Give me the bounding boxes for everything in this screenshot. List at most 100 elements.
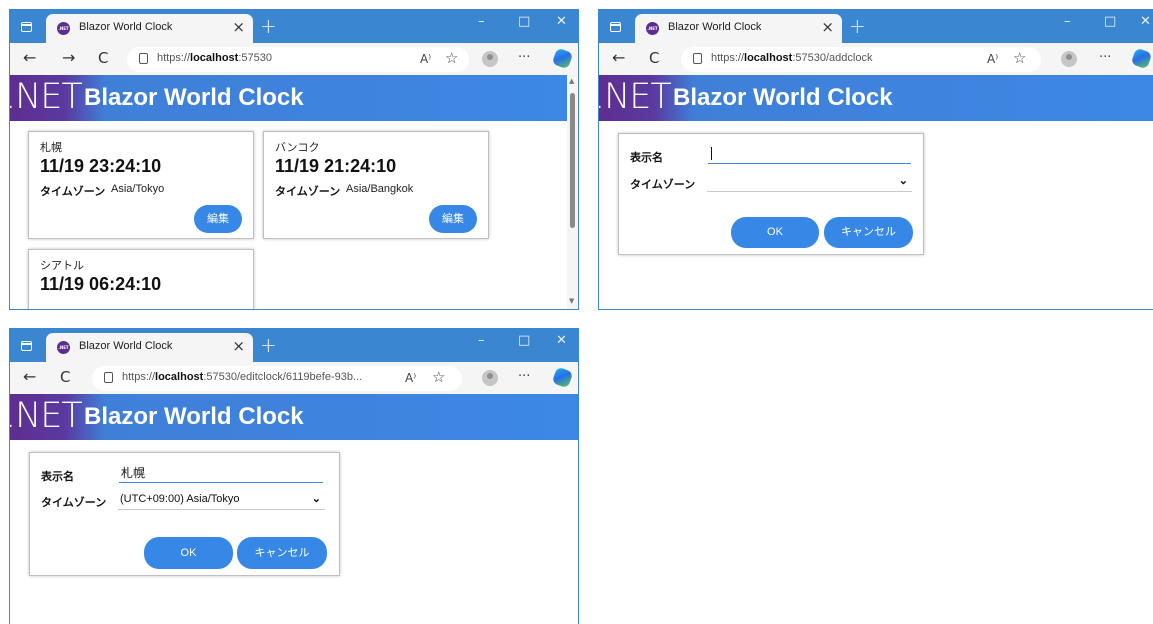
- profile-avatar-icon[interactable]: [1061, 51, 1077, 67]
- close-tab-icon[interactable]: ×: [232, 19, 245, 35]
- dotnet-logo: .NET: [9, 77, 83, 117]
- read-aloud-icon[interactable]: A⁾: [420, 51, 431, 67]
- page-content: .NET Blazor World Clock 表示名 タイムゾーン ⌄ OK …: [599, 75, 1153, 309]
- back-icon[interactable]: ←: [23, 49, 36, 67]
- lock-icon[interactable]: [693, 53, 702, 64]
- back-icon[interactable]: ←: [612, 49, 625, 67]
- app-title: Blazor World Clock: [84, 403, 304, 430]
- forward-icon[interactable]: →: [62, 49, 75, 67]
- ok-button[interactable]: OK: [731, 217, 819, 248]
- back-icon[interactable]: ←: [23, 368, 36, 386]
- cancel-button[interactable]: キャンセル: [237, 537, 327, 569]
- url-text: https://localhost:57530/editclock/6119be…: [122, 371, 363, 383]
- address-bar-row: ← C https://localhost:57530/editclock/61…: [10, 362, 578, 394]
- text-caret: [711, 147, 712, 160]
- clock-form: 表示名 タイムゾーン (UTC+09:00) Asia/Tokyo ⌄ OK キ…: [29, 452, 340, 576]
- display-name-input[interactable]: [708, 144, 911, 164]
- timezone-label: タイムゾーン: [275, 185, 341, 198]
- clock-name: バンコク: [275, 141, 320, 154]
- clock-name: 札幌: [40, 141, 62, 154]
- profile-avatar-icon[interactable]: [482, 51, 498, 67]
- dotnet-favicon-icon: .NET: [646, 22, 659, 35]
- timezone-select[interactable]: ⌄: [707, 172, 912, 192]
- more-menu-icon[interactable]: ···: [518, 50, 530, 66]
- browser-tab[interactable]: .NET Blazor World Clock ×: [635, 14, 842, 43]
- browser-window-edit-clock: .NET Blazor World Clock × + – □ ✕ ← C ht…: [9, 328, 579, 624]
- browser-window-clock-list: .NET Blazor World Clock × + – □ ✕ ← → C …: [9, 9, 579, 310]
- timezone-label: タイムゾーン: [40, 185, 106, 198]
- favorite-star-icon[interactable]: ☆: [1013, 50, 1026, 66]
- more-menu-icon[interactable]: ···: [518, 369, 530, 385]
- copilot-icon[interactable]: [551, 47, 574, 70]
- dotnet-logo: .NET: [598, 77, 672, 117]
- maximize-icon[interactable]: □: [518, 14, 530, 30]
- browser-tab[interactable]: .NET Blazor World Clock ×: [46, 14, 253, 43]
- close-tab-icon[interactable]: ×: [821, 19, 834, 35]
- app-header: .NET Blazor World Clock: [599, 75, 1153, 121]
- display-name-label: 表示名: [630, 151, 663, 164]
- profile-avatar-icon[interactable]: [482, 370, 498, 386]
- tab-actions-icon[interactable]: [21, 22, 32, 32]
- close-window-icon[interactable]: ✕: [1140, 14, 1151, 30]
- new-tab-icon[interactable]: +: [260, 16, 277, 36]
- url-field[interactable]: https://localhost:57530/addclock A⁾ ☆: [681, 47, 1041, 72]
- copilot-icon[interactable]: [1130, 47, 1153, 70]
- address-bar-row: ← → C https://localhost:57530 A⁾ ☆ ···: [10, 43, 578, 75]
- tab-actions-icon[interactable]: [610, 22, 621, 32]
- timezone-value: Asia/Tokyo: [111, 183, 165, 195]
- edit-button[interactable]: 編集: [429, 205, 477, 233]
- timezone-select[interactable]: (UTC+09:00) Asia/Tokyo ⌄: [118, 490, 325, 510]
- tab-actions-icon[interactable]: [21, 341, 32, 351]
- url-field[interactable]: https://localhost:57530 A⁾ ☆: [127, 47, 469, 72]
- lock-icon[interactable]: [104, 372, 113, 383]
- browser-tab[interactable]: .NET Blazor World Clock ×: [46, 333, 253, 362]
- dotnet-favicon-icon: .NET: [57, 22, 70, 35]
- read-aloud-icon[interactable]: A⁾: [987, 51, 998, 67]
- more-menu-icon[interactable]: ···: [1099, 50, 1111, 66]
- favorite-star-icon[interactable]: ☆: [445, 50, 458, 66]
- vertical-scrollbar[interactable]: ▲ ▼: [567, 75, 578, 309]
- new-tab-icon[interactable]: +: [260, 335, 277, 355]
- maximize-icon[interactable]: □: [518, 333, 530, 349]
- scrollbar-thumb[interactable]: [570, 93, 575, 228]
- minimize-icon[interactable]: –: [478, 333, 485, 349]
- dotnet-logo: .NET: [9, 396, 83, 436]
- lock-icon[interactable]: [139, 53, 148, 64]
- app-title: Blazor World Clock: [84, 84, 304, 111]
- cancel-button[interactable]: キャンセル: [824, 217, 913, 248]
- refresh-icon[interactable]: C: [649, 49, 659, 67]
- read-aloud-icon[interactable]: A⁾: [405, 370, 416, 386]
- timezone-value: Asia/Bangkok: [346, 183, 414, 195]
- tab-title: Blazor World Clock: [79, 340, 173, 352]
- chevron-down-icon: ⌄: [898, 175, 908, 187]
- dotnet-favicon-icon: .NET: [57, 341, 70, 354]
- ok-button[interactable]: OK: [144, 537, 233, 569]
- maximize-icon[interactable]: □: [1104, 14, 1116, 30]
- chevron-down-icon: ⌄: [311, 493, 321, 505]
- close-tab-icon[interactable]: ×: [232, 338, 245, 354]
- browser-window-add-clock: .NET Blazor World Clock × + – □ ✕ ← C ht…: [598, 9, 1153, 310]
- scroll-up-icon[interactable]: ▲: [569, 77, 574, 85]
- favorite-star-icon[interactable]: ☆: [432, 369, 445, 385]
- refresh-icon[interactable]: C: [98, 49, 108, 67]
- scroll-down-icon[interactable]: ▼: [569, 297, 574, 305]
- timezone-label: タイムゾーン: [630, 178, 696, 191]
- minimize-icon[interactable]: –: [478, 14, 485, 30]
- url-text: https://localhost:57530: [157, 52, 272, 64]
- new-tab-icon[interactable]: +: [849, 16, 866, 36]
- refresh-icon[interactable]: C: [60, 368, 70, 386]
- close-window-icon[interactable]: ✕: [556, 333, 567, 349]
- close-window-icon[interactable]: ✕: [556, 14, 567, 30]
- display-name-label: 表示名: [41, 470, 74, 483]
- edit-button[interactable]: 編集: [194, 205, 242, 233]
- display-name-input[interactable]: [119, 463, 323, 483]
- clock-time: 11/19 23:24:10: [40, 156, 162, 176]
- timezone-label: タイムゾーン: [41, 496, 107, 509]
- minimize-icon[interactable]: –: [1064, 14, 1071, 30]
- url-field[interactable]: https://localhost:57530/editclock/6119be…: [92, 366, 462, 391]
- copilot-icon[interactable]: [551, 366, 574, 389]
- clock-card: バンコク 11/19 21:24:10 タイムゾーン Asia/Bangkok …: [263, 131, 489, 239]
- clock-time: 11/19 06:24:10: [40, 274, 162, 294]
- timezone-select-value: (UTC+09:00) Asia/Tokyo: [120, 493, 240, 505]
- clock-name: シアトル: [40, 259, 84, 272]
